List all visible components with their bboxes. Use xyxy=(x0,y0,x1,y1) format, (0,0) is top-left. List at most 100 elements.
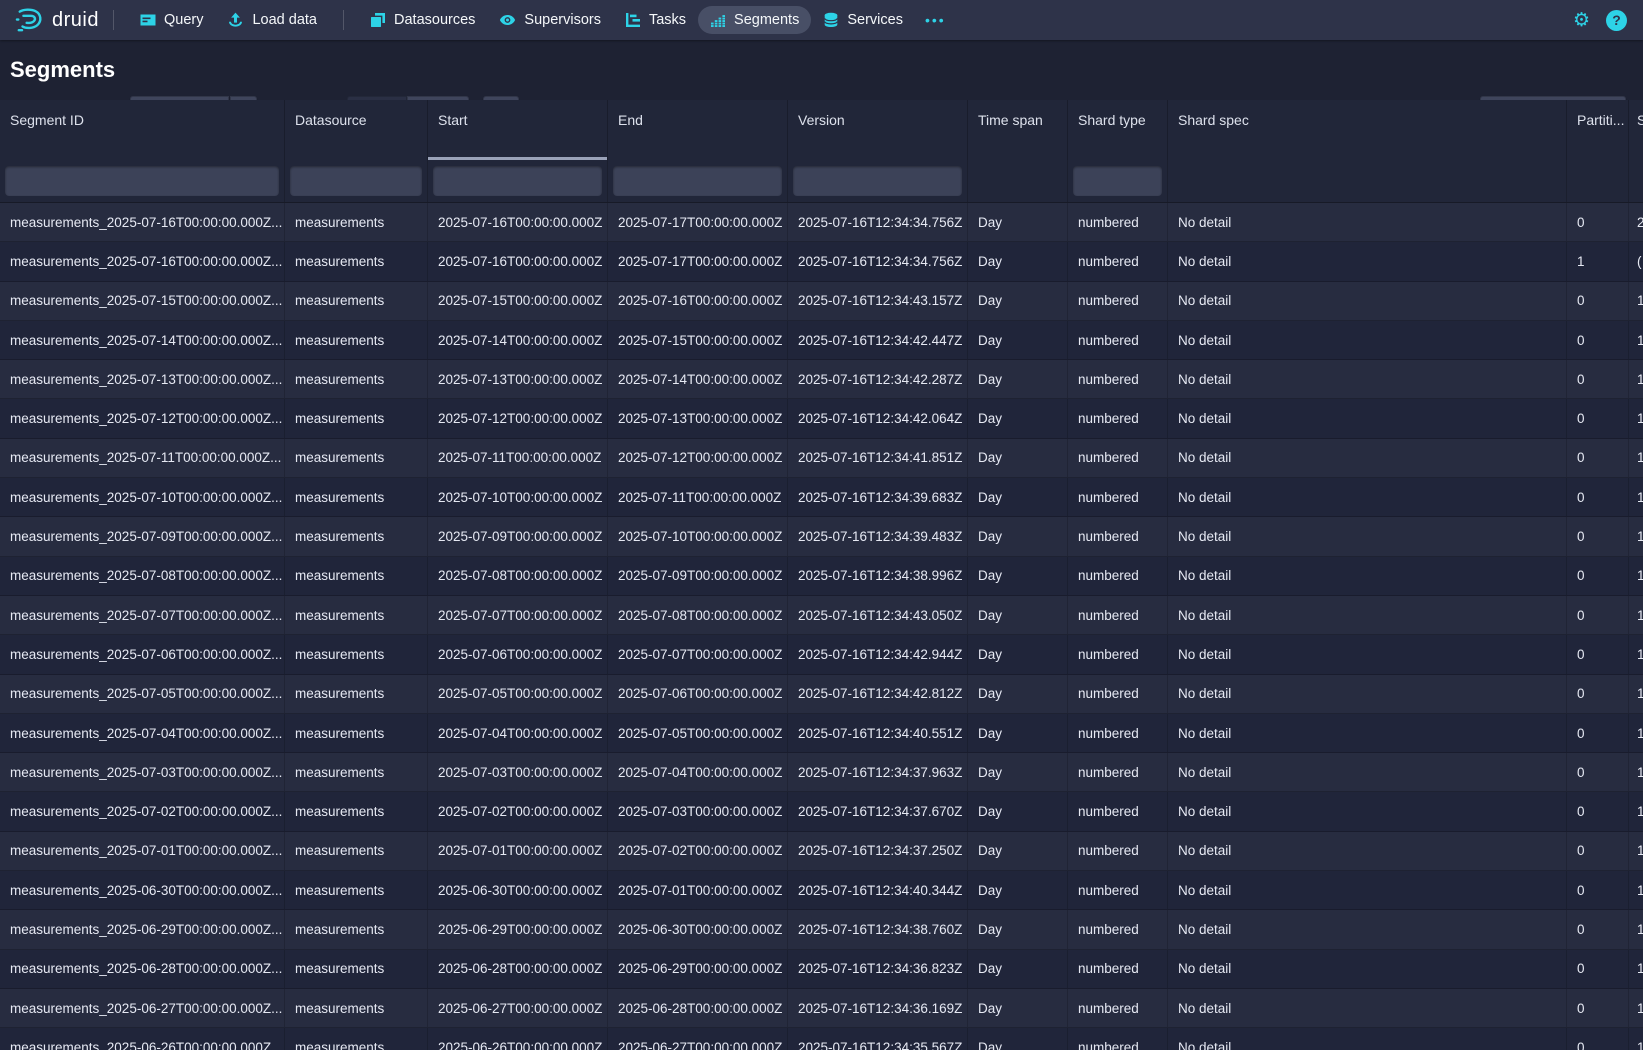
table-cell[interactable]: No detail xyxy=(1168,203,1567,241)
nav-item-load-data[interactable]: Load data xyxy=(215,6,329,34)
table-row[interactable]: measurements_2025-07-05T00:00:00.000Z...… xyxy=(0,675,1643,714)
table-cell[interactable]: 1 xyxy=(1629,321,1643,359)
table-cell[interactable]: 2025-06-27T00:00:00.000Z xyxy=(428,989,608,1027)
table-cell[interactable]: 2025-07-10T00:00:00.000Z xyxy=(428,478,608,516)
table-cell[interactable]: 2025-07-17T00:00:00.000Z xyxy=(608,242,788,280)
table-cell[interactable]: measurements xyxy=(285,753,428,791)
table-cell[interactable]: 2025-07-16T12:34:34.756Z xyxy=(788,242,968,280)
table-cell[interactable]: 1 xyxy=(1629,950,1643,988)
table-cell[interactable]: numbered xyxy=(1068,950,1168,988)
table-cell[interactable]: 2025-07-02T00:00:00.000Z xyxy=(428,792,608,830)
table-cell[interactable]: ( xyxy=(1629,242,1643,280)
filter-input-shard-type[interactable] xyxy=(1073,166,1162,196)
table-row[interactable]: measurements_2025-07-08T00:00:00.000Z...… xyxy=(0,557,1643,596)
table-cell[interactable]: 2025-07-16T12:34:41.851Z xyxy=(788,439,968,477)
table-cell[interactable]: 2025-07-06T00:00:00.000Z xyxy=(428,635,608,673)
table-cell[interactable]: measurements_2025-07-14T00:00:00.000Z... xyxy=(0,321,285,359)
table-row[interactable]: measurements_2025-07-06T00:00:00.000Z...… xyxy=(0,635,1643,674)
table-cell[interactable]: Day xyxy=(968,1028,1068,1050)
table-cell[interactable]: 0 xyxy=(1567,596,1629,634)
nav-item-tasks[interactable]: Tasks xyxy=(613,6,698,34)
table-cell[interactable]: Day xyxy=(968,792,1068,830)
table-cell[interactable]: measurements xyxy=(285,635,428,673)
table-cell[interactable]: numbered xyxy=(1068,517,1168,555)
help-icon[interactable] xyxy=(1606,10,1627,31)
table-cell[interactable]: Day xyxy=(968,321,1068,359)
filter-input-start[interactable] xyxy=(433,166,602,196)
table-cell[interactable]: measurements xyxy=(285,557,428,595)
table-cell[interactable]: 0 xyxy=(1567,1028,1629,1050)
table-cell[interactable]: 2025-07-16T12:34:36.169Z xyxy=(788,989,968,1027)
table-cell[interactable]: 2025-06-29T00:00:00.000Z xyxy=(428,910,608,948)
table-cell[interactable]: No detail xyxy=(1168,714,1567,752)
filter-input-version[interactable] xyxy=(793,166,962,196)
table-cell[interactable]: No detail xyxy=(1168,1028,1567,1050)
table-cell[interactable]: 2025-07-16T12:34:39.683Z xyxy=(788,478,968,516)
table-cell[interactable]: No detail xyxy=(1168,635,1567,673)
table-cell[interactable]: 2025-07-12T00:00:00.000Z xyxy=(428,399,608,437)
table-cell[interactable]: 0 xyxy=(1567,360,1629,398)
table-cell[interactable]: Day xyxy=(968,714,1068,752)
table-cell[interactable]: 2025-07-04T00:00:00.000Z xyxy=(608,753,788,791)
column-header-partition[interactable]: Partiti... xyxy=(1567,100,1629,160)
table-cell[interactable]: 1 xyxy=(1629,635,1643,673)
table-cell[interactable]: 2025-06-30T00:00:00.000Z xyxy=(428,871,608,909)
table-cell[interactable]: 2025-07-16T12:34:34.756Z xyxy=(788,203,968,241)
table-cell[interactable]: 0 xyxy=(1567,478,1629,516)
table-cell[interactable]: 0 xyxy=(1567,675,1629,713)
table-cell[interactable]: No detail xyxy=(1168,675,1567,713)
table-cell[interactable]: measurements_2025-07-15T00:00:00.000Z... xyxy=(0,282,285,320)
table-cell[interactable]: 2025-06-28T00:00:00.000Z xyxy=(608,989,788,1027)
table-cell[interactable]: measurements xyxy=(285,203,428,241)
table-cell[interactable]: 1 xyxy=(1567,242,1629,280)
table-cell[interactable]: measurements xyxy=(285,950,428,988)
table-cell[interactable]: 2025-07-13T00:00:00.000Z xyxy=(428,360,608,398)
table-cell[interactable]: 0 xyxy=(1567,832,1629,870)
table-cell[interactable]: measurements xyxy=(285,517,428,555)
table-cell[interactable]: numbered xyxy=(1068,282,1168,320)
table-cell[interactable]: numbered xyxy=(1068,635,1168,673)
table-cell[interactable]: numbered xyxy=(1068,242,1168,280)
table-cell[interactable]: 2025-07-16T00:00:00.000Z xyxy=(428,242,608,280)
table-cell[interactable]: Day xyxy=(968,596,1068,634)
table-cell[interactable]: 1 xyxy=(1629,871,1643,909)
table-cell[interactable]: 2 xyxy=(1629,203,1643,241)
table-cell[interactable]: Day xyxy=(968,517,1068,555)
table-cell[interactable]: No detail xyxy=(1168,910,1567,948)
table-row[interactable]: measurements_2025-07-13T00:00:00.000Z...… xyxy=(0,360,1643,399)
table-cell[interactable]: 2025-06-27T00:00:00.000Z xyxy=(608,1028,788,1050)
table-cell[interactable]: 2025-07-09T00:00:00.000Z xyxy=(608,557,788,595)
table-row[interactable]: measurements_2025-07-03T00:00:00.000Z...… xyxy=(0,753,1643,792)
filter-input-segment-id[interactable] xyxy=(5,166,279,196)
table-row[interactable]: measurements_2025-06-27T00:00:00.000Z...… xyxy=(0,989,1643,1028)
table-cell[interactable]: 0 xyxy=(1567,517,1629,555)
table-cell[interactable]: measurements xyxy=(285,478,428,516)
table-cell[interactable]: numbered xyxy=(1068,439,1168,477)
table-cell[interactable]: numbered xyxy=(1068,989,1168,1027)
table-cell[interactable]: measurements xyxy=(285,832,428,870)
table-cell[interactable]: 2025-07-11T00:00:00.000Z xyxy=(608,478,788,516)
table-cell[interactable]: 2025-07-16T12:34:40.551Z xyxy=(788,714,968,752)
table-cell[interactable]: No detail xyxy=(1168,321,1567,359)
column-header-start[interactable]: Start xyxy=(428,100,608,160)
table-cell[interactable]: 2025-07-16T12:34:36.823Z xyxy=(788,950,968,988)
table-cell[interactable]: Day xyxy=(968,282,1068,320)
table-cell[interactable]: numbered xyxy=(1068,321,1168,359)
column-header-segment-id[interactable]: Segment ID xyxy=(0,100,285,160)
table-cell[interactable]: 2025-07-16T12:34:43.157Z xyxy=(788,282,968,320)
table-cell[interactable]: 2025-07-16T12:34:42.944Z xyxy=(788,635,968,673)
table-cell[interactable]: 1 xyxy=(1629,517,1643,555)
table-cell[interactable]: 1 xyxy=(1629,714,1643,752)
table-cell[interactable]: Day xyxy=(968,910,1068,948)
table-cell[interactable]: 1 xyxy=(1629,557,1643,595)
table-cell[interactable]: 0 xyxy=(1567,282,1629,320)
table-cell[interactable]: numbered xyxy=(1068,871,1168,909)
column-header-shard-type[interactable]: Shard type xyxy=(1068,100,1168,160)
table-row[interactable]: measurements_2025-06-29T00:00:00.000Z...… xyxy=(0,910,1643,949)
table-cell[interactable]: 1 xyxy=(1629,478,1643,516)
table-cell[interactable]: measurements xyxy=(285,242,428,280)
table-cell[interactable]: measurements xyxy=(285,1028,428,1050)
table-cell[interactable]: measurements xyxy=(285,714,428,752)
table-cell[interactable]: measurements_2025-06-29T00:00:00.000Z... xyxy=(0,910,285,948)
table-cell[interactable]: 0 xyxy=(1567,557,1629,595)
